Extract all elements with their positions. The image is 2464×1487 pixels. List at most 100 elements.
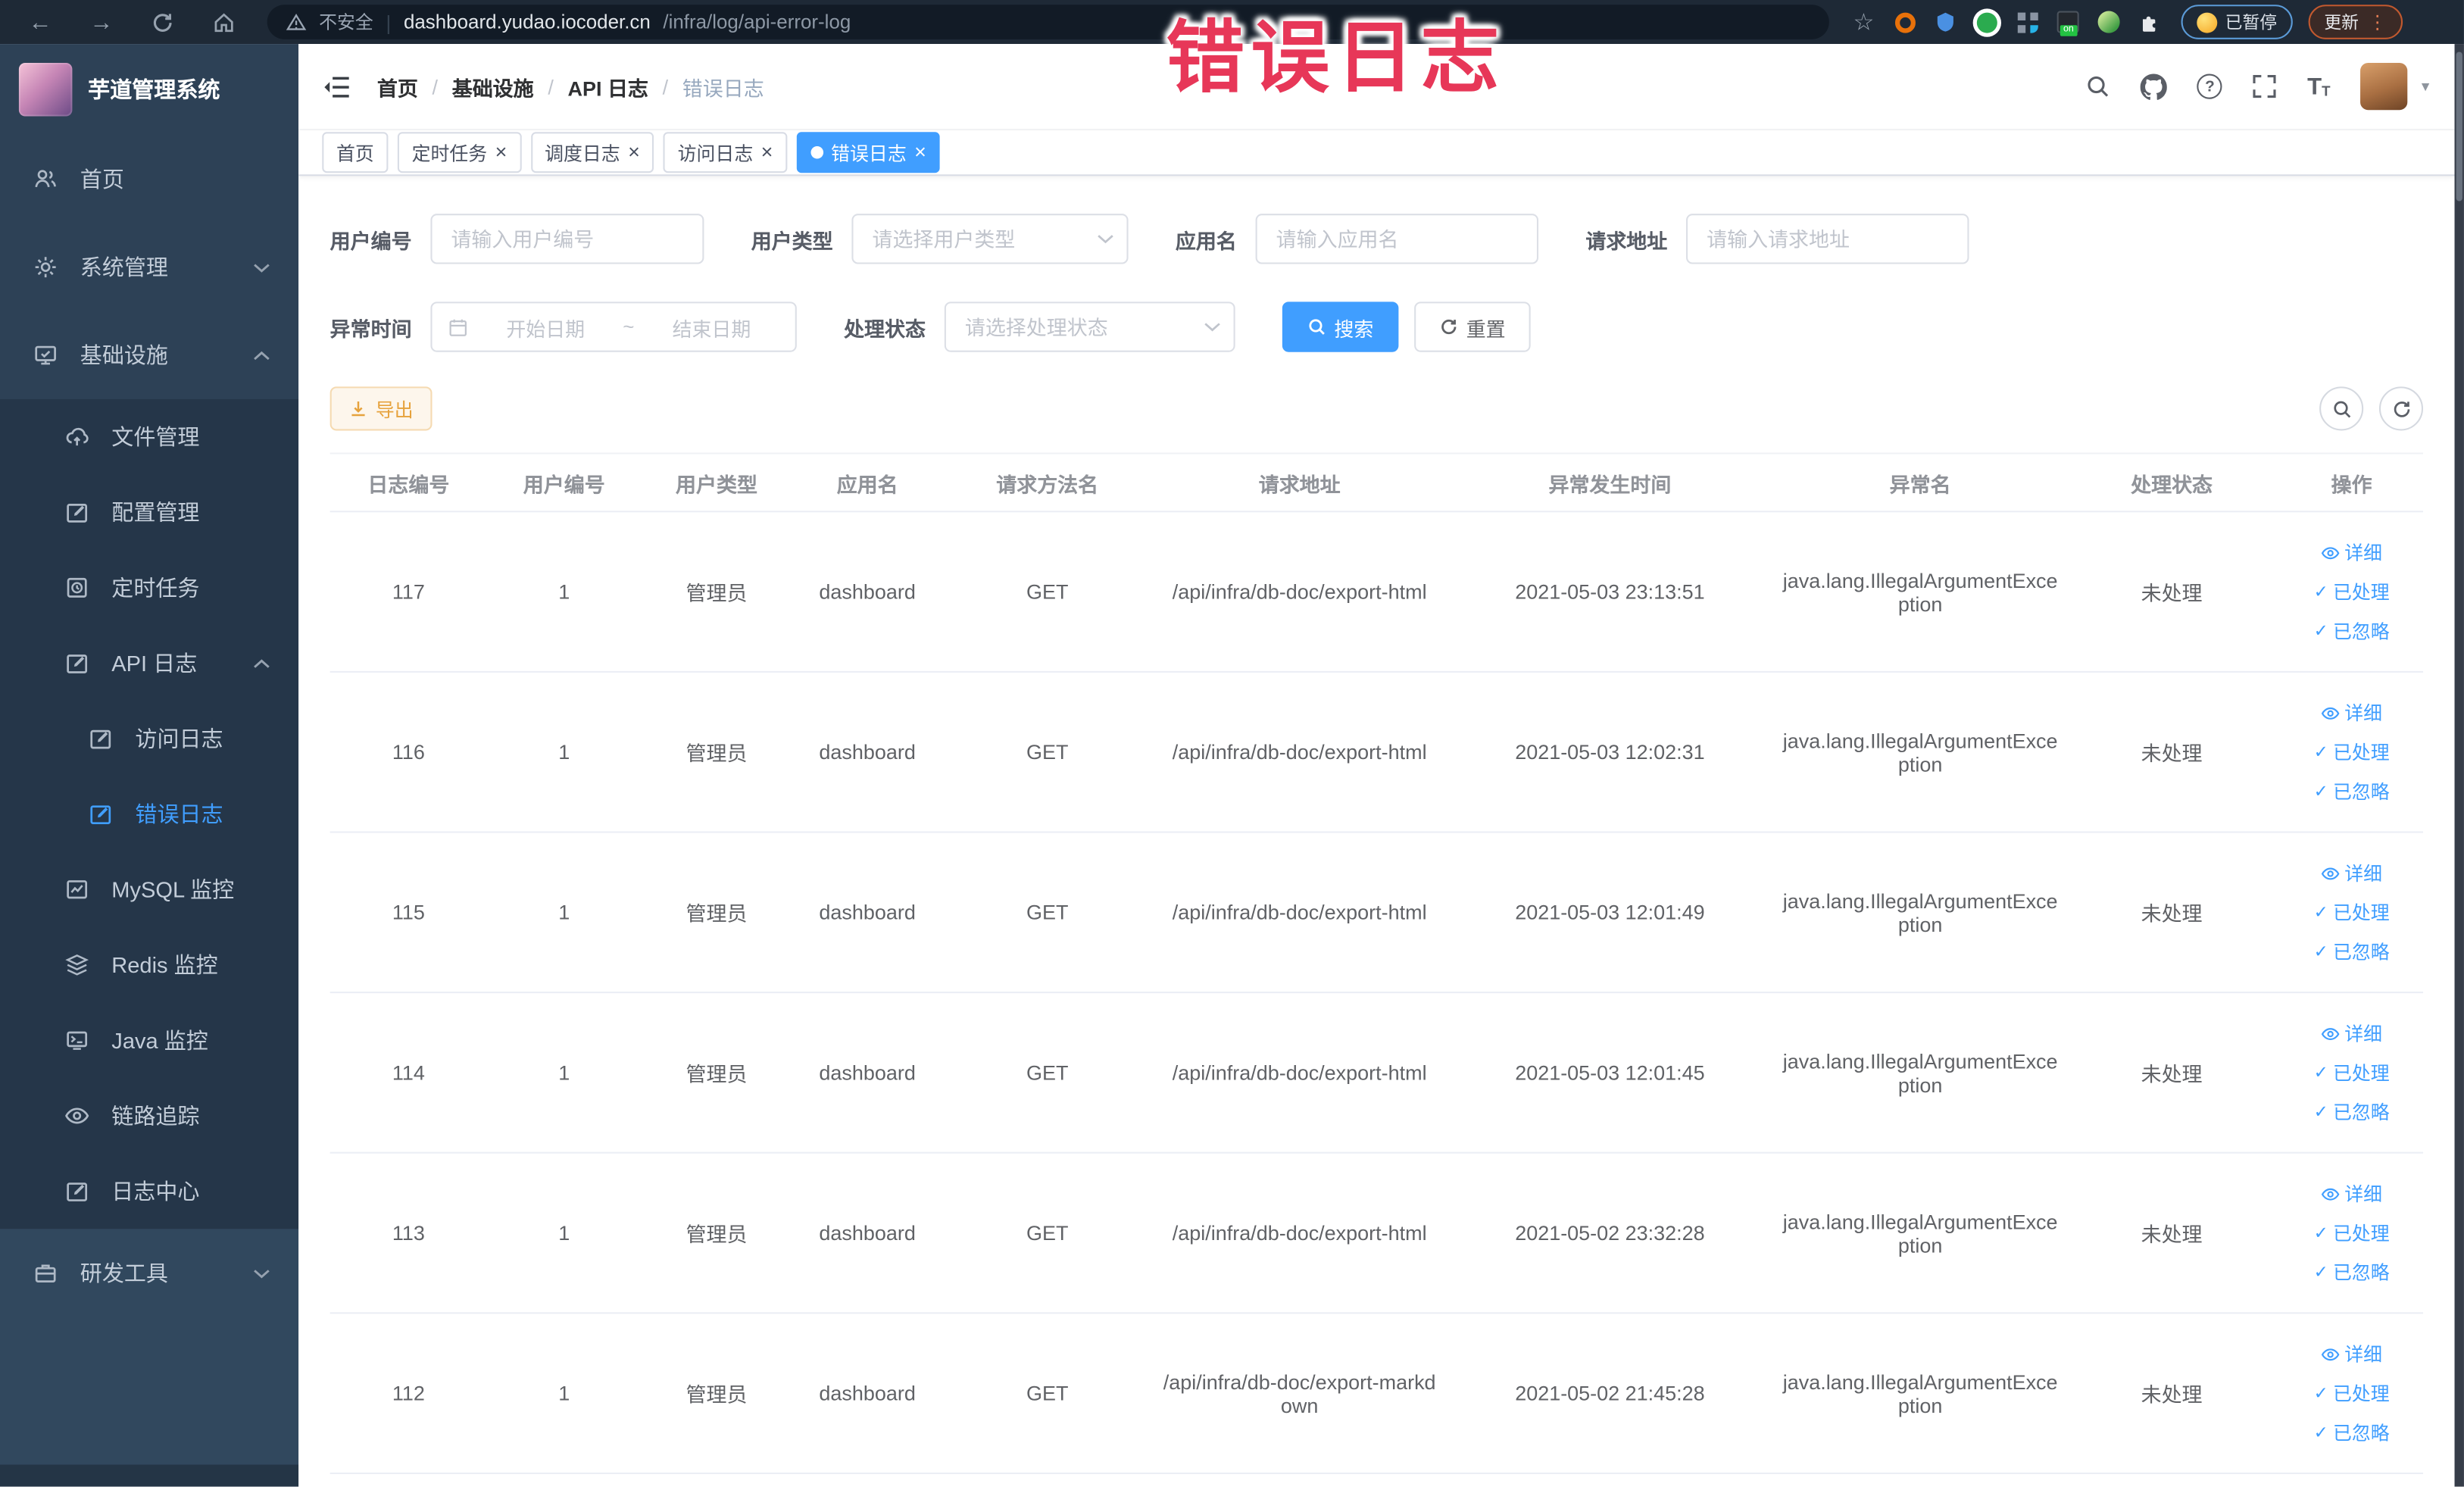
close-icon[interactable]: × xyxy=(495,142,507,162)
infrastructure-submenu: 文件管理 配置管理 定时任务 API 日志 访问日志 错误日志 MySQL 监控… xyxy=(0,398,299,1229)
tab-access-log[interactable]: 访问日志 × xyxy=(663,132,788,173)
mark-processed-link[interactable]: ✓ 已处理 xyxy=(2314,578,2390,604)
close-icon[interactable]: × xyxy=(914,142,926,162)
table-header-row: 日志编号 用户编号 用户类型 应用名 请求方法名 请求地址 异常发生时间 异常名… xyxy=(329,452,2424,513)
breadcrumb-api-log[interactable]: API 日志 xyxy=(568,71,648,101)
extension-leaf-icon[interactable] xyxy=(2097,9,2122,34)
sidebar-item-config-management[interactable]: 配置管理 xyxy=(0,475,298,551)
search-icon[interactable] xyxy=(2086,74,2111,99)
eye-icon xyxy=(2321,543,2340,562)
detail-link[interactable]: 详细 xyxy=(2321,1341,2382,1367)
refresh-table-button[interactable] xyxy=(2378,386,2424,431)
hamburger-fold-icon[interactable] xyxy=(323,75,350,98)
close-icon[interactable]: × xyxy=(761,142,773,162)
cell-exception-time: 2021-05-02 23:32:28 xyxy=(1515,1220,1705,1245)
detail-link[interactable]: 详细 xyxy=(2321,1020,2382,1046)
sidebar-item-java-monitor[interactable]: Java 监控 xyxy=(0,1003,298,1079)
scrollbar-thumb[interactable] xyxy=(2456,52,2462,201)
user-type-select[interactable] xyxy=(851,214,1129,264)
mark-ignored-link[interactable]: ✓ 已忽略 xyxy=(2314,617,2390,644)
tab-schedule-log[interactable]: 调度日志 × xyxy=(530,132,654,173)
app-name-input[interactable] xyxy=(1255,214,1539,264)
breadcrumb-infrastructure[interactable]: 基础设施 xyxy=(452,71,534,101)
mark-ignored-link[interactable]: ✓ 已忽略 xyxy=(2314,1419,2390,1445)
forward-icon[interactable]: → xyxy=(89,10,113,33)
paused-badge[interactable]: 已暂停 xyxy=(2181,5,2293,39)
user-avatar[interactable] xyxy=(2359,62,2408,111)
fullscreen-icon[interactable] xyxy=(2253,74,2278,99)
font-size-icon[interactable]: TT xyxy=(2307,75,2330,98)
close-icon[interactable]: × xyxy=(628,142,640,162)
tab-scheduled-tasks[interactable]: 定时任务 × xyxy=(397,132,521,173)
window-scrollbar[interactable] xyxy=(2454,44,2464,1487)
search-button[interactable]: 搜索 xyxy=(1282,301,1399,352)
sidebar-item-log-center[interactable]: 日志中心 xyxy=(0,1154,298,1229)
kebab-menu-icon[interactable]: ⋮ xyxy=(2368,13,2387,32)
table-row: 115 1 管理员 dashboard GET /api/infra/db-do… xyxy=(329,833,2424,994)
sidebar-item-access-log[interactable]: 访问日志 xyxy=(0,701,298,776)
reload-icon[interactable] xyxy=(151,10,174,33)
mark-processed-link[interactable]: ✓ 已处理 xyxy=(2314,899,2390,926)
avatar-caret-down-icon[interactable]: ▾ xyxy=(2422,78,2429,95)
detail-link[interactable]: 详细 xyxy=(2321,699,2382,726)
mark-processed-link[interactable]: ✓ 已处理 xyxy=(2314,1379,2390,1406)
mark-ignored-link[interactable]: ✓ 已忽略 xyxy=(2314,939,2390,965)
sidebar-item-redis-monitor[interactable]: Redis 监控 xyxy=(0,927,298,1003)
mark-ignored-link[interactable]: ✓ 已忽略 xyxy=(2314,1098,2390,1125)
sidebar-item-dev-tools[interactable]: 研发工具 xyxy=(0,1229,298,1317)
breadcrumb-home[interactable]: 首页 xyxy=(377,71,418,101)
check-icon: ✓ xyxy=(2313,783,2328,802)
tab-home[interactable]: 首页 xyxy=(322,132,389,173)
help-doc-icon[interactable]: ? xyxy=(2197,73,2223,99)
process-status-select[interactable] xyxy=(944,301,1235,352)
exception-time-range-picker[interactable]: 开始日期 ~ 结束日期 xyxy=(430,301,797,352)
sidebar-item-error-log[interactable]: 错误日志 xyxy=(0,776,298,852)
eye-icon xyxy=(2321,1184,2340,1203)
github-icon[interactable] xyxy=(2141,73,2168,99)
security-label[interactable]: 不安全 xyxy=(319,9,373,34)
request-url-input[interactable] xyxy=(1686,214,1969,264)
sidebar-lower-section: 研发工具 xyxy=(0,1229,299,1487)
address-bar[interactable]: 不安全 | dashboard.yudao.iocoder.cn/infra/l… xyxy=(267,5,1829,39)
sidebar: 芋道管理系统 首页 系统管理 基础设施 文件管理 配置管理 定时任务 API 日… xyxy=(0,44,299,1487)
sidebar-item-api-log[interactable]: API 日志 xyxy=(0,626,298,701)
home-icon[interactable] xyxy=(212,10,236,33)
table-row: 112 1 管理员 dashboard GET /api/infra/db-do… xyxy=(329,1314,2424,1474)
cell-user-id: 1 xyxy=(558,1381,570,1405)
cell-app-name: dashboard xyxy=(819,740,916,764)
sidebar-item-infrastructure[interactable]: 基础设施 xyxy=(0,311,298,399)
toggle-search-button[interactable] xyxy=(2319,386,2364,431)
user-id-input[interactable] xyxy=(430,214,704,264)
mark-processed-link[interactable]: ✓ 已处理 xyxy=(2314,739,2390,765)
sidebar-item-trace[interactable]: 链路追踪 xyxy=(0,1078,298,1154)
cell-request-url: /api/infra/db-doc/export-html xyxy=(1172,1220,1427,1245)
export-button[interactable]: 导出 xyxy=(329,386,433,431)
sidebar-item-system-management[interactable]: 系统管理 xyxy=(0,223,298,311)
back-icon[interactable]: ← xyxy=(28,10,52,33)
cell-exception-name: java.lang.IllegalArgumentException xyxy=(1782,1209,2058,1257)
reset-button[interactable]: 重置 xyxy=(1414,301,1531,352)
extension-orange-icon[interactable] xyxy=(1892,9,1917,34)
sidebar-item-file-management[interactable]: 文件管理 xyxy=(0,399,298,475)
extension-grid-icon[interactable] xyxy=(2015,9,2040,34)
sidebar-item-scheduled-tasks[interactable]: 定时任务 xyxy=(0,550,298,626)
update-button[interactable]: 更新 ⋮ xyxy=(2308,5,2403,39)
mark-ignored-link[interactable]: ✓ 已忽略 xyxy=(2314,778,2390,804)
browser-nav-buttons: ← → xyxy=(16,10,248,34)
detail-link[interactable]: 详细 xyxy=(2321,539,2382,566)
extension-shield-icon[interactable] xyxy=(1933,9,1958,34)
mark-processed-link[interactable]: ✓ 已处理 xyxy=(2314,1059,2390,1086)
detail-link[interactable]: 详细 xyxy=(2321,860,2382,886)
extension-puzzle-icon[interactable] xyxy=(2137,9,2162,34)
detail-link[interactable]: 详细 xyxy=(2321,1180,2382,1207)
sidebar-item-mysql-monitor[interactable]: MySQL 监控 xyxy=(0,851,298,927)
sidebar-logo-row[interactable]: 芋道管理系统 xyxy=(0,44,298,135)
tab-error-log[interactable]: 错误日志 × xyxy=(796,132,941,173)
mark-processed-link[interactable]: ✓ 已处理 xyxy=(2314,1220,2390,1246)
edit-square-icon xyxy=(86,801,113,826)
bookmark-star-icon[interactable]: ☆ xyxy=(1851,9,1876,34)
mark-ignored-link[interactable]: ✓ 已忽略 xyxy=(2314,1259,2390,1286)
sidebar-item-home[interactable]: 首页 xyxy=(0,135,298,223)
extension-on-badge-icon[interactable]: on xyxy=(2056,9,2081,36)
extension-green-circle-icon[interactable] xyxy=(1974,9,1999,34)
